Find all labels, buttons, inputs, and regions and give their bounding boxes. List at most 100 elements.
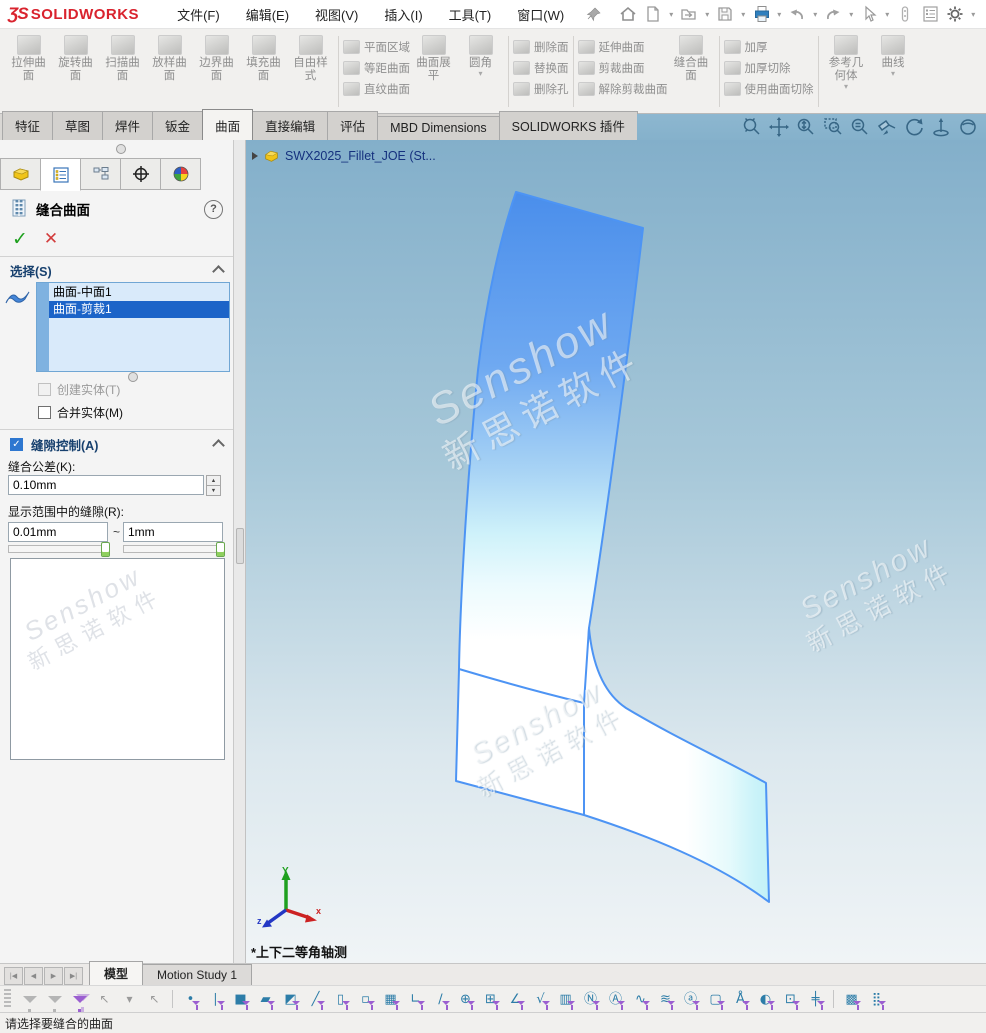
save-icon[interactable]	[713, 2, 737, 26]
menu-item[interactable]: 窗口(W)	[505, 0, 576, 29]
command-tab[interactable]: 草图	[52, 111, 103, 140]
ribbon-large-button[interactable]: 填充曲 面	[240, 32, 287, 92]
filter-dashed-outline-icon[interactable]: ▢	[705, 988, 726, 1010]
touch-mode-icon[interactable]	[893, 2, 917, 26]
ribbon-large-button[interactable]: 参考几 何体 ▾	[823, 32, 870, 92]
select-cursor-caret[interactable]: ▾	[882, 10, 892, 19]
filter-sketch-points-icon[interactable]: ▫	[355, 988, 376, 1010]
select-dropdown-caret[interactable]: ▾	[119, 988, 140, 1010]
ribbon-large-button[interactable]: 扫描曲 面	[99, 32, 146, 92]
sheet-nav-button[interactable]: ▶|	[64, 967, 83, 985]
document-name[interactable]: SWX2025_Fillet_JOE (St...	[285, 149, 436, 163]
filter-weld-beads-icon[interactable]: ≋	[655, 988, 676, 1010]
command-tab[interactable]: 直接编辑	[252, 111, 328, 140]
ribbon-large-button[interactable]: 曲线 ▾	[870, 32, 917, 79]
ribbon-small-button[interactable]: 平面区域	[343, 38, 410, 55]
filter-sketch-segments-icon[interactable]: ∟	[405, 988, 426, 1010]
open-document-icon[interactable]	[677, 2, 701, 26]
zoom-to-area-icon[interactable]	[821, 115, 845, 139]
menu-item[interactable]: 插入(I)	[372, 0, 434, 29]
gap-control-checkbox[interactable]: ✓	[10, 438, 23, 451]
menu-item[interactable]: 编辑(E)	[234, 0, 301, 29]
options-gear-icon[interactable]	[943, 2, 967, 26]
graphics-area[interactable]: SWX2025_Fillet_JOE (St... Senshow 新思诺软件 …	[246, 140, 986, 963]
filter-axes-icon[interactable]: ╱	[305, 988, 326, 1010]
surfaces-to-knit-listbox[interactable]: 曲面-中面1 曲面-剪裁1	[36, 282, 230, 372]
ribbon-large-button[interactable]: 自由样 式	[287, 32, 334, 92]
ribbon-large-button[interactable]: 旋转曲 面	[52, 32, 99, 92]
slider-knob[interactable]	[216, 542, 225, 557]
ribbon-small-button[interactable]: 删除孔	[513, 80, 569, 97]
sheet-nav-button[interactable]: ◀	[24, 967, 43, 985]
filter-mesh-faces-icon[interactable]: ▩	[841, 988, 862, 1010]
panel-collapse-handle[interactable]	[116, 144, 126, 154]
gap-range-max-slider[interactable]	[123, 545, 225, 553]
filter-annotations-icon[interactable]: Ⓐ	[605, 988, 626, 1010]
command-tab[interactable]: 钣金	[152, 111, 203, 140]
new-document-icon[interactable]	[641, 2, 665, 26]
gap-range-min-slider[interactable]	[8, 545, 110, 553]
slider-knob[interactable]	[101, 542, 110, 557]
filter-dimension-values-icon[interactable]: ▥	[555, 988, 576, 1010]
filter-edges-icon[interactable]: ∣	[205, 988, 226, 1010]
sheet-tab[interactable]: 模型	[89, 961, 143, 986]
tab-dimxpert[interactable]	[120, 158, 161, 190]
selected-surface-item[interactable]: 曲面-中面1	[49, 284, 229, 301]
redo-icon[interactable]	[821, 2, 845, 26]
model-surface-trim[interactable]	[584, 628, 769, 902]
filter-splines-icon[interactable]: ∿	[630, 988, 651, 1010]
ribbon-small-button[interactable]: 删除面	[513, 38, 569, 55]
select-cursor-icon[interactable]: ↖	[94, 988, 115, 1010]
listbox-resize-handle[interactable]	[128, 372, 138, 382]
selection-group-header[interactable]: 选择(S)	[0, 260, 233, 280]
ribbon-large-button[interactable]: 拉伸曲 面	[5, 32, 52, 92]
gap-control-group-header[interactable]: ✓ 缝隙控制(A)	[0, 434, 233, 454]
filter-equations-icon[interactable]: √	[530, 988, 551, 1010]
collapse-chevron-icon[interactable]	[212, 439, 225, 452]
ribbon-large-button[interactable]: 曲面展 平	[410, 32, 457, 92]
menu-item[interactable]: 视图(V)	[303, 0, 370, 29]
task-pane-icon[interactable]	[918, 2, 942, 26]
ok-button[interactable]: ✓	[12, 228, 28, 251]
ribbon-small-button[interactable]: 使用曲面切除	[724, 80, 814, 97]
menu-item[interactable]: 文件(F)	[165, 0, 232, 29]
separator-2[interactable]	[830, 988, 837, 1010]
filter-mesh-points-icon[interactable]: ⣿	[866, 988, 887, 1010]
knit-surface-button[interactable]: 缝合曲 面	[668, 32, 715, 92]
command-tab[interactable]: 焊件	[102, 111, 153, 140]
home-icon[interactable]	[616, 2, 640, 26]
collapse-chevron-icon[interactable]	[212, 265, 225, 278]
tab-feature-tree[interactable]	[0, 158, 41, 190]
command-tab[interactable]: 特征	[2, 111, 53, 140]
ribbon-small-button[interactable]: 直纹曲面	[343, 80, 410, 97]
filter-magnifier-note-icon[interactable]: Ⓝ	[580, 988, 601, 1010]
redo-caret[interactable]: ▾	[846, 10, 856, 19]
cancel-button[interactable]: ✕	[44, 229, 58, 249]
command-tab[interactable]: 曲面	[202, 109, 253, 140]
pan-icon[interactable]	[767, 115, 791, 139]
feature-tree-flyout[interactable]: SWX2025_Fillet_JOE (St...	[252, 148, 436, 163]
filter-faces-icon[interactable]: ■	[230, 988, 251, 1010]
undo-caret[interactable]: ▾	[810, 10, 820, 19]
tab-property-manager[interactable]	[40, 158, 81, 191]
filter-vertices-icon[interactable]: •	[180, 988, 201, 1010]
create-solid-checkbox[interactable]	[38, 383, 51, 396]
filter-solid-bodies-icon[interactable]: ◩	[280, 988, 301, 1010]
sheet-nav-button[interactable]: |◀	[4, 967, 23, 985]
splitter-grip[interactable]	[236, 528, 244, 564]
filter-detail-circles-icon[interactable]: ⓐ	[680, 988, 701, 1010]
knitting-tolerance-input[interactable]	[8, 475, 204, 495]
ribbon-small-button[interactable]: 替换面	[513, 59, 569, 76]
ribbon-small-button[interactable]: 加厚	[724, 38, 814, 55]
pin-menu-icon[interactable]	[586, 6, 602, 22]
print-icon[interactable]	[749, 2, 773, 26]
filter-dimensions-icon[interactable]: ∠	[505, 988, 526, 1010]
menu-item[interactable]: 工具(T)	[437, 0, 504, 29]
rotate-view-icon[interactable]	[902, 115, 926, 139]
ribbon-large-button[interactable]: 放样曲 面	[146, 32, 193, 92]
command-tab[interactable]: SOLIDWORKS 插件	[499, 111, 638, 140]
sheet-tab[interactable]: Motion Study 1	[142, 964, 252, 986]
sheet-nav-button[interactable]: ▶	[44, 967, 63, 985]
panel-splitter[interactable]	[234, 140, 246, 963]
save-caret[interactable]: ▾	[738, 10, 748, 19]
